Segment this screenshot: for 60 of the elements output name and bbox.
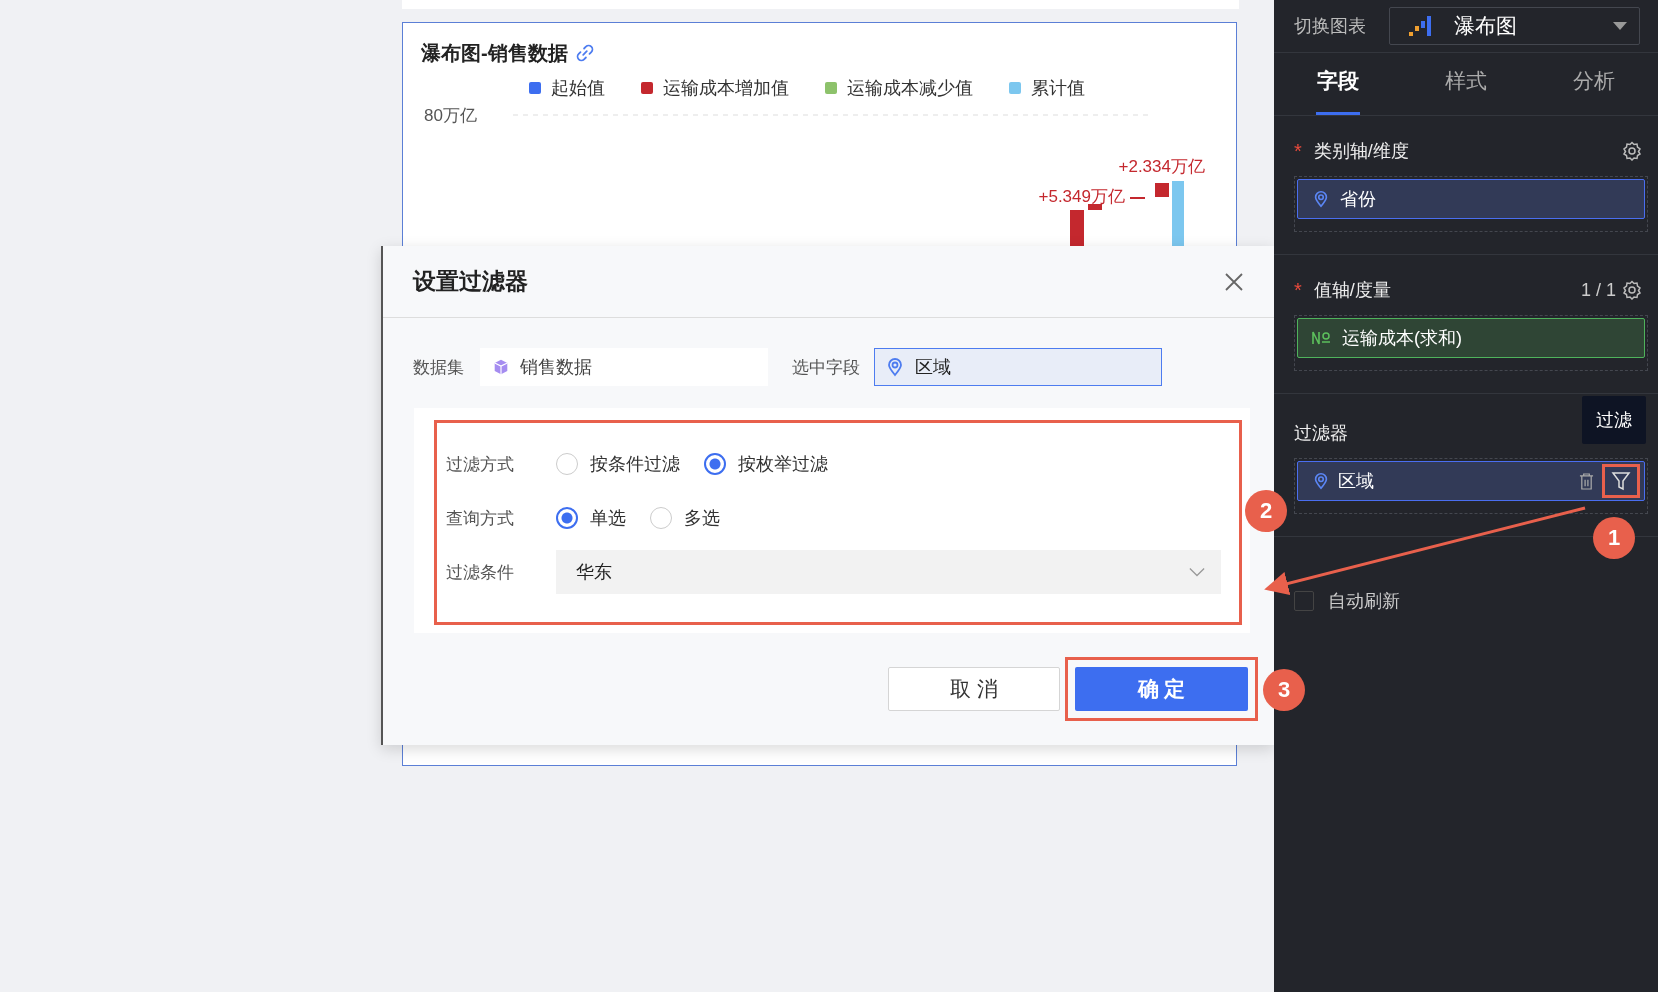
- location-pin-icon: [1312, 190, 1330, 208]
- field-count: 1 / 1: [1580, 279, 1616, 301]
- legend-label[interactable]: 运输成本减少值: [847, 76, 973, 100]
- radio-button[interactable]: [704, 453, 726, 475]
- panel-tab[interactable]: 分析: [1530, 53, 1658, 115]
- data-label: +2.334万亿: [1118, 157, 1205, 176]
- confirm-button[interactable]: 确 定: [1075, 667, 1248, 711]
- section-title: 过滤器: [1294, 422, 1348, 445]
- selected-field: 区域: [874, 348, 1162, 386]
- field-label: 数据集: [413, 356, 464, 379]
- chart-title: 瀑布图-销售数据: [421, 40, 568, 66]
- location-pin-icon: [885, 357, 905, 377]
- required-mark: *: [1294, 278, 1302, 302]
- trash-icon[interactable]: [1579, 472, 1594, 490]
- switch-chart-label: 切换图表: [1294, 15, 1367, 38]
- settings-icon[interactable]: [1622, 141, 1642, 161]
- connector-line: [1129, 197, 1146, 199]
- field-chip[interactable]: 运输成本(求和): [1297, 318, 1645, 358]
- option-label: 过滤条件: [446, 561, 515, 584]
- legend-label[interactable]: 累计值: [1031, 76, 1085, 100]
- radio-label[interactable]: 多选: [684, 506, 720, 530]
- section-title: 值轴/度量: [1313, 279, 1391, 302]
- field-chip[interactable]: 省份: [1297, 179, 1645, 219]
- radio-label[interactable]: 单选: [590, 506, 626, 530]
- data-label: +5.349万亿: [1038, 187, 1125, 206]
- link-icon[interactable]: [575, 44, 594, 62]
- panel-tab[interactable]: 样式: [1402, 53, 1530, 115]
- location-pin-icon: [1312, 472, 1330, 490]
- radio-label[interactable]: 按枚举过滤: [738, 452, 828, 476]
- cube-icon: [492, 358, 510, 376]
- option-label: 过滤方式: [446, 453, 515, 476]
- legend-label[interactable]: 运输成本增加值: [663, 76, 789, 100]
- checkbox[interactable]: [1294, 591, 1314, 611]
- radio-button[interactable]: [650, 507, 672, 529]
- section-title: 类别轴/维度: [1313, 140, 1409, 163]
- settings-icon[interactable]: [1622, 280, 1642, 300]
- dialog-title: 设置过滤器: [413, 267, 528, 296]
- chart-type-select[interactable]: 瀑布图: [1389, 7, 1640, 45]
- option-label: 查询方式: [446, 507, 515, 530]
- condition-select[interactable]: 华东: [556, 550, 1221, 594]
- radio-label[interactable]: 按条件过滤: [590, 452, 680, 476]
- number-icon: [1312, 331, 1332, 345]
- chart-bar: [1088, 204, 1102, 210]
- filter-icon[interactable]: [1611, 471, 1631, 491]
- axis-label: 80万亿: [424, 106, 477, 125]
- legend-label[interactable]: 起始值: [551, 76, 605, 100]
- radio-button[interactable]: [556, 507, 578, 529]
- required-mark: *: [1294, 139, 1302, 163]
- field-chip[interactable]: 区域: [1297, 461, 1645, 501]
- close-icon[interactable]: [1224, 271, 1244, 292]
- cancel-button[interactable]: 取 消: [888, 667, 1060, 711]
- waterfall-icon: [1408, 15, 1432, 37]
- tooltip: 过滤: [1582, 396, 1646, 444]
- radio-button[interactable]: [556, 453, 578, 475]
- caret-icon: [1613, 22, 1627, 30]
- chevron-down-icon: [1189, 567, 1205, 577]
- checkbox-label[interactable]: 自动刷新: [1328, 589, 1400, 613]
- field-label: 选中字段: [792, 356, 860, 379]
- chart-bar: [1155, 183, 1169, 197]
- dataset-field: 销售数据: [480, 348, 768, 386]
